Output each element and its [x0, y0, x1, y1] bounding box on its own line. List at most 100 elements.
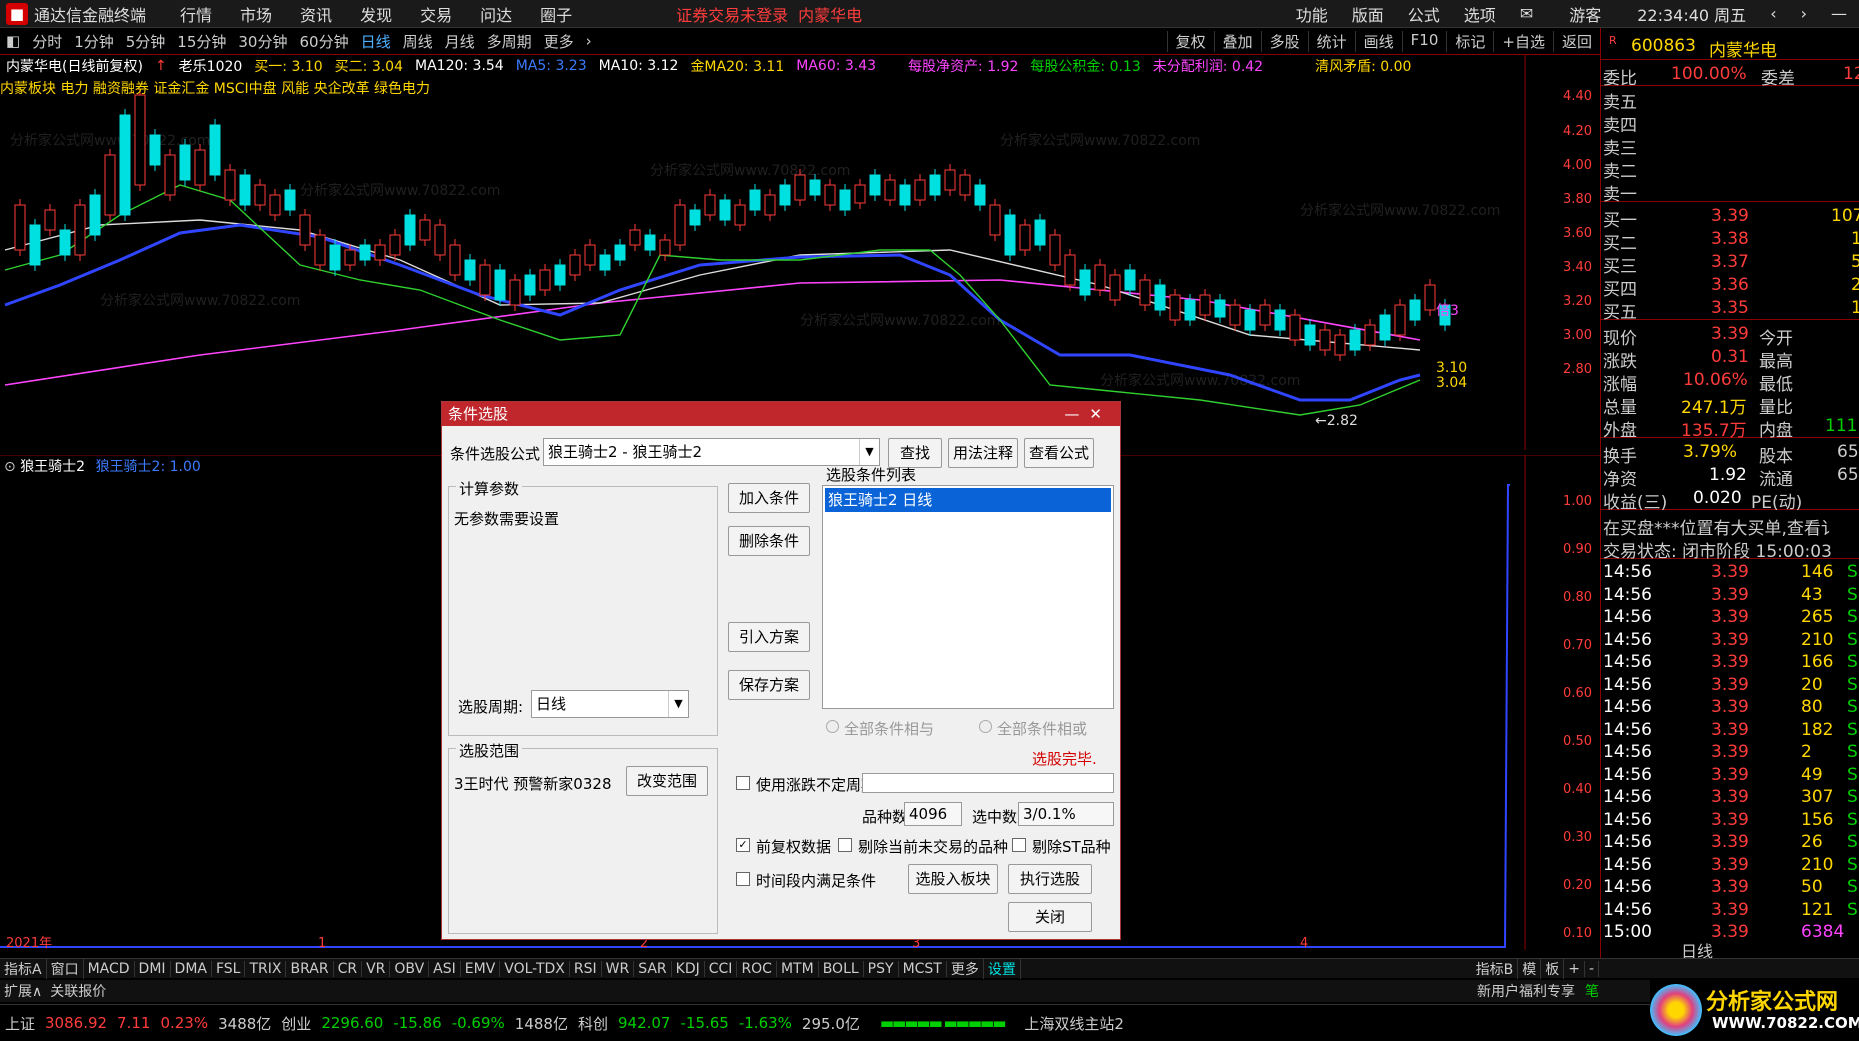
- layout-icon[interactable]: ◧: [0, 32, 26, 50]
- cy-label[interactable]: 创业: [276, 1013, 316, 1034]
- indicator-tab[interactable]: MCST: [899, 960, 947, 977]
- minimize-icon[interactable]: —: [1819, 4, 1859, 23]
- st-checkbox[interactable]: [1012, 838, 1026, 852]
- tool-fuquan[interactable]: 复权: [1166, 30, 1214, 52]
- forward-arrow-icon[interactable]: ›: [1789, 4, 1819, 23]
- indicator-tab[interactable]: 指标A: [0, 958, 47, 979]
- radio-or[interactable]: [979, 720, 992, 733]
- tool-fanhui[interactable]: 返回: [1552, 30, 1600, 52]
- indicator-tab[interactable]: RSI: [570, 960, 602, 977]
- indicator-tab[interactable]: 更多: [947, 958, 984, 979]
- indicator-tab[interactable]: CCI: [705, 960, 738, 977]
- indicator-tab[interactable]: BRAR: [286, 960, 334, 977]
- trade-login-warning[interactable]: 证券交易未登录: [676, 2, 788, 26]
- user-label[interactable]: 游客: [1545, 2, 1625, 26]
- indicator-tab[interactable]: FSL: [212, 960, 246, 977]
- close-button[interactable]: 关闭: [1008, 902, 1092, 932]
- add-condition-button[interactable]: 加入条件: [728, 483, 810, 513]
- chevron-right-icon[interactable]: ›: [580, 32, 598, 50]
- indicator-tab[interactable]: EMV: [461, 960, 501, 977]
- menu-item-gongneng[interactable]: 功能: [1284, 2, 1340, 26]
- tool-diejia[interactable]: 叠加: [1213, 30, 1261, 52]
- sh-label[interactable]: 上证: [0, 1013, 40, 1034]
- minimize-icon[interactable]: —: [1064, 405, 1089, 423]
- server-label[interactable]: 上海双线主站2: [1019, 1013, 1129, 1034]
- indicator-tab[interactable]: ROC: [737, 960, 777, 977]
- indicator-tab[interactable]: WR: [602, 960, 635, 977]
- tool-duogu[interactable]: 多股: [1260, 30, 1308, 52]
- indicator-tab[interactable]: OBV: [390, 960, 430, 977]
- indicator-tab[interactable]: BOLL: [819, 960, 864, 977]
- execute-button[interactable]: 执行选股: [1008, 864, 1092, 894]
- indicator-tab[interactable]: DMA: [171, 960, 212, 977]
- kc-label[interactable]: 科创: [573, 1013, 613, 1034]
- notice-text[interactable]: 在买盘***位置有大买单,查看讠: [1603, 514, 1838, 536]
- period-multi[interactable]: 多周期: [481, 31, 538, 52]
- mail-icon[interactable]: ✉: [1508, 4, 1545, 23]
- tool-tongji[interactable]: 统计: [1307, 30, 1355, 52]
- back-arrow-icon[interactable]: ‹: [1758, 4, 1788, 23]
- indicator-tab[interactable]: 窗口: [47, 958, 84, 979]
- uncertain-period-checkbox[interactable]: [736, 776, 750, 790]
- tool-biaoji[interactable]: 标记: [1446, 30, 1493, 52]
- tool-f10[interactable]: F10: [1401, 30, 1447, 52]
- indicator-tab[interactable]: CR: [334, 960, 363, 977]
- indicator-tab-right[interactable]: -: [1585, 960, 1599, 977]
- indicator-tab[interactable]: VR: [362, 960, 391, 977]
- period-monthly[interactable]: 月线: [439, 31, 481, 52]
- menu-item-wenda[interactable]: 问达: [466, 2, 526, 26]
- to-board-button[interactable]: 选股入板块: [908, 864, 998, 894]
- menu-item-shichang[interactable]: 市场: [226, 2, 286, 26]
- delete-condition-button[interactable]: 删除条件: [728, 526, 810, 556]
- radio-and[interactable]: [826, 720, 839, 733]
- indicator-tab[interactable]: KDJ: [672, 960, 705, 977]
- menu-item-quanzi[interactable]: 圈子: [526, 2, 586, 26]
- indicator-tab[interactable]: ASI: [429, 960, 461, 977]
- chevron-down-icon[interactable]: ▼: [859, 439, 879, 465]
- indicator-tab[interactable]: MACD: [84, 960, 135, 977]
- indicator-tab[interactable]: SAR: [634, 960, 672, 977]
- dialog-titlebar[interactable]: 条件选股 —✕: [442, 402, 1120, 426]
- menu-item-xuanxiang[interactable]: 选项: [1452, 2, 1508, 26]
- menu-item-banmian[interactable]: 版面: [1340, 2, 1396, 26]
- time-range-checkbox[interactable]: [736, 872, 750, 886]
- import-scheme-button[interactable]: 引入方案: [728, 622, 810, 652]
- save-scheme-button[interactable]: 保存方案: [728, 670, 810, 700]
- period-more[interactable]: 更多: [538, 31, 580, 52]
- period-15min[interactable]: 15分钟: [171, 31, 232, 52]
- usage-button[interactable]: 用法注释: [948, 438, 1018, 468]
- period-1min[interactable]: 1分钟: [68, 31, 120, 52]
- kline-chart[interactable]: 分析家公式网www.70822.com 分析家公式网www.70822.com …: [0, 55, 1600, 450]
- notice-row[interactable]: 在买盘***位置有大买单,查看讠: [1601, 514, 1859, 536]
- formula-select[interactable]: 狼王骑士2 - 狼王骑士2 ▼: [543, 438, 880, 466]
- period-60min[interactable]: 60分钟: [293, 31, 354, 52]
- indicator-tab[interactable]: TRIX: [245, 960, 287, 977]
- period-30min[interactable]: 30分钟: [232, 31, 293, 52]
- indicator-tab[interactable]: PSY: [864, 960, 899, 977]
- period-daily[interactable]: 日线: [355, 31, 397, 52]
- tool-huaxian[interactable]: 画线: [1354, 30, 1402, 52]
- indicator-tab-right[interactable]: 模: [1518, 958, 1542, 979]
- extend-toggle[interactable]: 扩展∧: [0, 981, 46, 1001]
- chevron-down-icon[interactable]: ▼: [668, 691, 688, 717]
- menu-item-hangqing[interactable]: 行情: [166, 2, 226, 26]
- menu-item-gongshi[interactable]: 公式: [1396, 2, 1452, 26]
- indicator-tab[interactable]: MTM: [777, 960, 819, 977]
- tool-zixuan[interactable]: +自选: [1493, 30, 1553, 52]
- menu-item-faxian[interactable]: 发现: [346, 2, 406, 26]
- close-icon[interactable]: ✕: [1089, 405, 1112, 423]
- related-quote[interactable]: 关联报价: [46, 981, 110, 1001]
- indicator-tab[interactable]: 设置: [984, 958, 1021, 979]
- view-formula-button[interactable]: 查看公式: [1024, 438, 1094, 468]
- period-select[interactable]: 日线 ▼: [531, 690, 689, 718]
- fq-checkbox[interactable]: ✓: [736, 838, 750, 852]
- menu-item-zixun[interactable]: 资讯: [286, 2, 346, 26]
- uncertain-period-input[interactable]: [862, 773, 1114, 793]
- change-scope-button[interactable]: 改变范围: [626, 766, 708, 796]
- promo-text[interactable]: 新用户福利专享: [1477, 981, 1585, 1001]
- condition-list[interactable]: 狼王骑士2 日线: [822, 485, 1114, 709]
- indicator-tab-right[interactable]: 板: [1541, 958, 1565, 979]
- period-weekly[interactable]: 周线: [397, 31, 439, 52]
- notrade-checkbox[interactable]: [838, 838, 852, 852]
- indicator-tab[interactable]: VOL-TDX: [500, 960, 570, 977]
